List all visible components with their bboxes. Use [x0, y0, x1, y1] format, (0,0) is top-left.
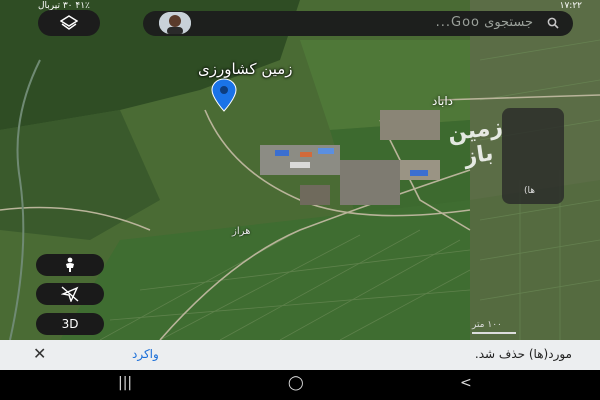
undo-button[interactable]: واکرد	[132, 347, 159, 361]
search-icon[interactable]	[547, 17, 559, 29]
town-label: داباد	[432, 94, 454, 108]
layers-icon	[60, 15, 78, 30]
recents-button[interactable]: |||	[118, 375, 132, 391]
system-nav-bar: ||| ◯ <	[0, 370, 600, 400]
search-placeholder: جستجوی Goo...	[435, 15, 533, 30]
pegman-icon	[66, 257, 74, 272]
snackbar-message: مورد(ها) حذف شد.	[474, 347, 572, 361]
watermark-panel: زمین باز (ها	[446, 108, 564, 204]
road-label: هراز	[232, 226, 251, 237]
home-button[interactable]: ◯	[288, 375, 304, 391]
back-button[interactable]: <	[460, 375, 472, 391]
scale-bar	[472, 332, 516, 334]
close-icon[interactable]: ✕	[33, 344, 46, 363]
snackbar: مورد(ها) حذف شد. واکرد ✕	[0, 340, 600, 370]
three-d-button[interactable]: 3D	[36, 313, 104, 335]
avatar[interactable]	[159, 12, 191, 34]
location-off-button[interactable]	[36, 283, 104, 305]
location-pin-icon[interactable]	[210, 78, 238, 112]
pin-label: زمین کشاورزی	[198, 60, 293, 78]
status-clock: ۱۷:۲۲	[559, 1, 582, 11]
street-view-button[interactable]	[36, 254, 104, 276]
search-bar[interactable]: جستجوی Goo...	[143, 11, 573, 36]
location-off-icon	[60, 286, 79, 303]
panel-small-text: (ها	[524, 186, 536, 196]
layers-button[interactable]	[38, 10, 100, 36]
avatar-photo-icon	[159, 12, 191, 34]
scale-label: ۱۰۰ متر	[472, 320, 502, 330]
